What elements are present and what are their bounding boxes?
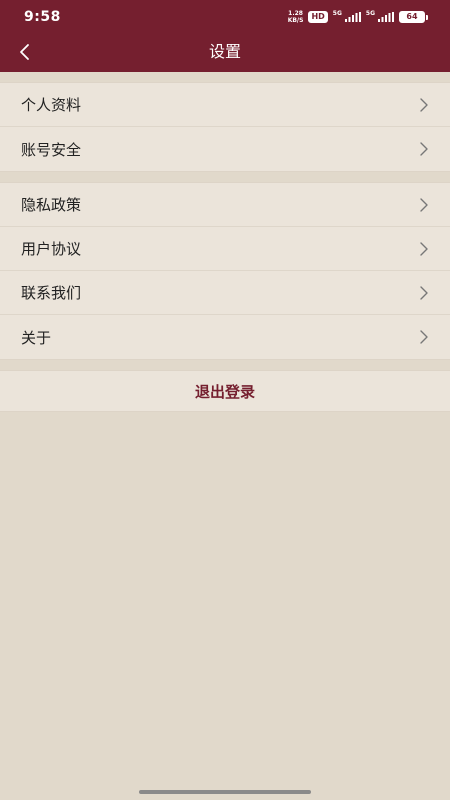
page-title: 设置 — [208, 42, 241, 61]
chevron-right-icon — [418, 241, 430, 257]
settings-item-contact-us[interactable]: 联系我们 — [0, 271, 450, 315]
settings-item-account-security[interactable]: 账号安全 — [0, 127, 450, 171]
status-icons: 1.28 KB/S HD 5G 5G 64 — [288, 9, 428, 25]
settings-item-label: 联系我们 — [21, 284, 82, 302]
signal-bars-icon — [344, 12, 361, 22]
chevron-right-icon — [418, 329, 430, 345]
settings-item-label: 关于 — [21, 328, 52, 347]
settings-item-label: 用户协议 — [21, 240, 82, 258]
chevron-right-icon — [418, 285, 430, 301]
battery-tip — [426, 14, 428, 20]
chevron-right-icon — [418, 97, 430, 113]
sim1-signal: 5G — [332, 10, 361, 22]
settings-group-info: 隐私政策 用户协议 联系我们 关于 — [0, 182, 450, 360]
network-speed: 1.28 KB/S — [288, 10, 304, 24]
battery-icon: 64 — [399, 11, 428, 23]
settings-item-label: 隐私政策 — [21, 196, 82, 214]
battery-level: 64 — [399, 11, 425, 23]
settings-item-user-agreement[interactable]: 用户协议 — [0, 227, 450, 271]
chevron-right-icon — [418, 141, 430, 157]
signal-bars-icon — [378, 12, 394, 22]
sim1-network-label: 5G — [332, 10, 342, 17]
settings-content: 个人资料 账号安全 隐私政策 用户协议 联系我们 关于 退出登录 — [0, 72, 450, 412]
status-time: 9:58 — [24, 9, 61, 25]
chevron-right-icon — [418, 197, 430, 213]
hd-badge: HD — [308, 11, 328, 23]
app-header: 9:58 1.28 KB/S HD 5G 5G 64 设置 — [0, 0, 450, 72]
sim2-network-label: 5G — [365, 10, 375, 17]
logout-button[interactable]: 退出登录 — [0, 370, 450, 412]
settings-item-label: 账号安全 — [21, 140, 82, 159]
settings-group-account: 个人资料 账号安全 — [0, 82, 450, 172]
settings-item-privacy-policy[interactable]: 隐私政策 — [0, 183, 450, 227]
network-speed-value: 1.28 — [288, 10, 303, 17]
home-indicator[interactable] — [139, 790, 311, 794]
logout-label: 退出登录 — [194, 382, 255, 401]
settings-item-profile[interactable]: 个人资料 — [0, 83, 450, 127]
settings-item-label: 个人资料 — [21, 96, 82, 114]
sim2-signal: 5G — [365, 10, 394, 22]
settings-item-about[interactable]: 关于 — [0, 315, 450, 359]
network-speed-unit: KB/S — [287, 17, 304, 24]
